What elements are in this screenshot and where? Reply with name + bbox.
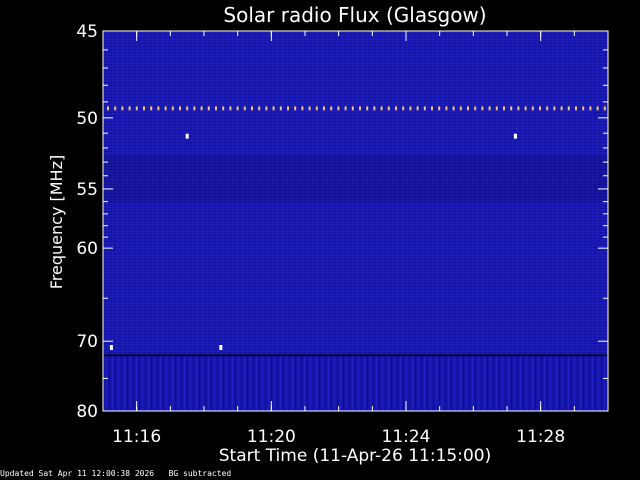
interference-line-dot	[236, 106, 239, 111]
y-tick-label: 80	[76, 402, 98, 422]
interference-line-dot	[582, 106, 585, 111]
interference-line-dot	[445, 106, 448, 111]
y-axis-label: Frequency [MHz]	[47, 155, 66, 289]
interference-line-dot	[279, 106, 282, 111]
interference-line-dot	[488, 106, 491, 111]
interference-line-dot	[524, 106, 527, 111]
interference-line-dot	[287, 106, 289, 111]
interference-dot	[513, 133, 517, 139]
interference-dot	[109, 345, 113, 351]
interference-line-dot	[157, 106, 160, 111]
interference-line-dot	[596, 106, 599, 111]
interference-line-dot	[539, 106, 541, 111]
bg-subtracted-note: BG subtracted	[168, 469, 232, 478]
interference-line-dot	[387, 106, 390, 111]
x-tick-label: 11:16	[112, 427, 161, 447]
interference-line-dot	[409, 106, 412, 111]
y-tick-label: 60	[76, 239, 98, 259]
interference-line-dot	[380, 106, 383, 111]
spectrogram-area	[103, 31, 608, 411]
interference-line-dot	[330, 106, 333, 111]
interference-line-dot	[186, 106, 189, 111]
x-tick-label: 11:20	[247, 427, 296, 447]
interference-line-dot	[171, 106, 174, 111]
interference-line-dot	[150, 106, 153, 111]
chart-title: Solar radio Flux (Glasgow)	[223, 3, 486, 27]
interference-line-dot	[272, 106, 275, 111]
x-axis-label: Start Time (11-Apr-26 11:15:00)	[219, 446, 491, 466]
y-tick-label: 55	[76, 180, 98, 200]
interference-line-dot	[128, 106, 131, 111]
interference-line-dot	[503, 106, 505, 111]
interference-line-dot	[294, 106, 297, 111]
updated-timestamp: Updated Sat Apr 11 12:00:38 2026	[0, 469, 155, 478]
interference-line-dot	[603, 106, 606, 111]
interference-line-dot	[395, 106, 397, 111]
interference-line-dot	[567, 106, 570, 111]
interference-line-dot	[416, 106, 419, 111]
interference-line-dot	[351, 106, 354, 111]
interference-line-dot	[452, 106, 455, 111]
interference-line-dot	[459, 106, 462, 111]
interference-line-dot	[431, 106, 433, 111]
interference-line-dot	[164, 106, 167, 111]
interference-line-dot	[344, 106, 347, 111]
interference-line-dot	[438, 106, 441, 111]
interference-line-dot	[474, 106, 477, 111]
interference-line-dot	[315, 106, 318, 111]
interference-line-dot	[337, 106, 340, 111]
interference-line-dot	[531, 106, 534, 111]
interference-line-dot	[495, 106, 498, 111]
interference-line-dot	[107, 106, 109, 111]
interference-line-dot	[560, 106, 563, 111]
interference-line-dot	[301, 106, 304, 111]
interference-line-dot	[258, 106, 261, 111]
interference-line-dot	[589, 106, 592, 111]
interference-line-dot	[575, 106, 577, 111]
y-tick-label: 70	[76, 332, 98, 352]
interference-line-dot	[179, 106, 181, 111]
interference-line-dot	[423, 106, 426, 111]
y-tick-label: 50	[76, 109, 98, 129]
interference-line-dot	[135, 106, 138, 111]
interference-line-dot	[121, 106, 124, 111]
interference-line-dot	[215, 106, 217, 111]
footer: Updated Sat Apr 11 12:00:38 2026 BG subt…	[0, 469, 231, 478]
interference-line-dot	[114, 106, 117, 111]
interference-line-dot	[308, 106, 311, 111]
interference-line-dot	[143, 106, 145, 111]
interference-line-dot	[251, 106, 253, 111]
interference-line-dot	[481, 106, 484, 111]
spectrogram-dark-band	[103, 155, 608, 202]
interference-dot	[219, 345, 223, 351]
spectrogram-striated-band	[103, 355, 608, 411]
interference-line-dot	[546, 106, 549, 111]
interference-line-dot	[323, 106, 325, 111]
x-tick-label: 11:28	[516, 427, 565, 447]
interference-line-dot	[467, 106, 469, 111]
spectrogram-chart: Solar radio Flux (Glasgow) 455055607080 …	[47, 3, 609, 466]
interference-line-dot	[402, 106, 405, 111]
interference-line-dot	[517, 106, 520, 111]
interference-line-dot	[373, 106, 376, 111]
interference-line-dot	[193, 106, 196, 111]
interference-dot	[185, 133, 189, 139]
interference-line-dot	[229, 106, 232, 111]
interference-line-dot	[222, 106, 225, 111]
interference-line-dot	[207, 106, 210, 111]
x-tick-label: 11:24	[382, 427, 431, 447]
spectrogram-background	[103, 31, 608, 411]
interference-line-dot	[200, 106, 203, 111]
y-tick-label: 45	[76, 22, 98, 42]
interference-line-dot	[553, 106, 556, 111]
interference-line-dot	[359, 106, 361, 111]
interference-line-dot	[243, 106, 246, 111]
interference-line-dot	[265, 106, 268, 111]
interference-line-dot	[366, 106, 369, 111]
interference-line-dot	[510, 106, 513, 111]
